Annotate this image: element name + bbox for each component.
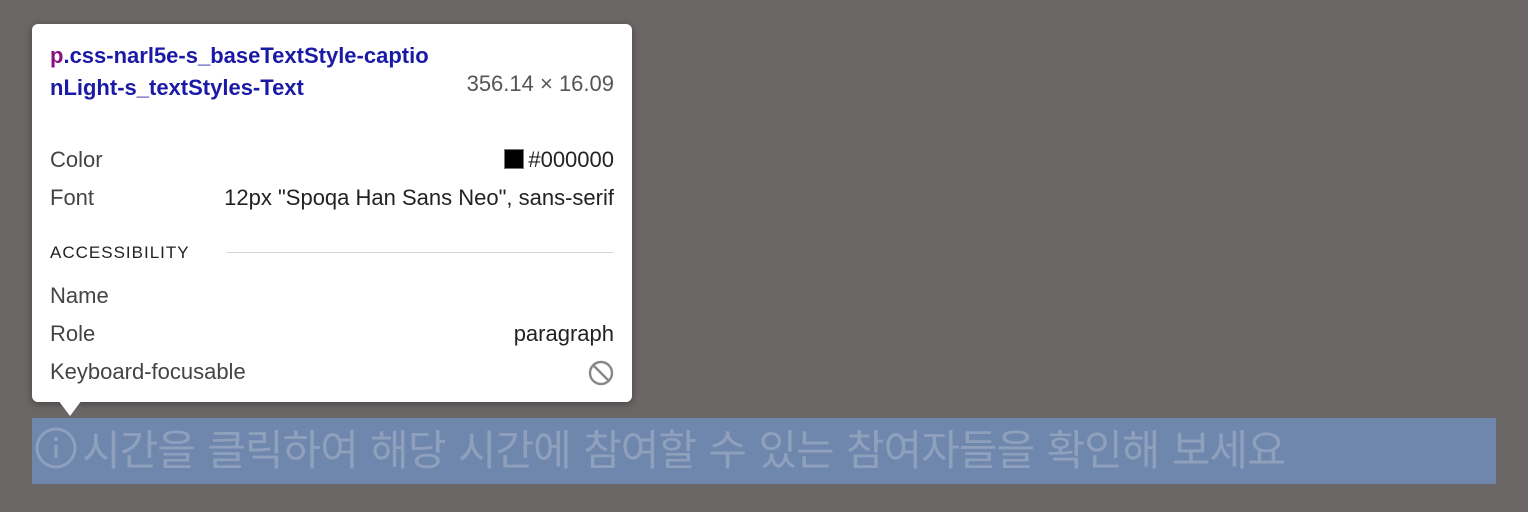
role-value: paragraph — [513, 321, 614, 346]
color-value-wrap: #000000 — [504, 142, 614, 178]
accessibility-heading: ACCESSIBILITY — [50, 243, 190, 262]
section-divider — [226, 252, 614, 253]
inspected-element-highlight[interactable]: 시간을 클릭하여 해당 시간에 참여할 수 있는 참여자들을 확인해 보세요 — [32, 418, 1496, 484]
element-selector: p.css-narl5e-s_baseTextStyle-captionLigh… — [50, 40, 430, 104]
tooltip-header: p.css-narl5e-s_baseTextStyle-captionLigh… — [50, 40, 614, 132]
role-row: Role paragraph — [50, 316, 614, 352]
font-label: Font — [50, 185, 95, 210]
font-row: Font 12px "Spoqa Han Sans Neo", sans-ser… — [50, 180, 614, 216]
role-label: Role — [50, 321, 96, 346]
info-icon — [35, 427, 77, 469]
element-class: .css-narl5e-s_baseTextStyle-captionLight… — [50, 43, 429, 100]
color-value: #000000 — [528, 147, 614, 172]
name-label: Name — [50, 283, 109, 308]
color-row: Color #000000 — [50, 142, 614, 178]
inspector-tooltip: p.css-narl5e-s_baseTextStyle-captionLigh… — [32, 24, 632, 402]
color-swatch — [504, 149, 525, 169]
focusable-row: Keyboard-focusable — [50, 354, 614, 390]
element-tag: p — [50, 43, 64, 68]
color-label: Color — [50, 147, 103, 172]
caption-text: 시간을 클릭하여 해당 시간에 참여할 수 있는 참여자들을 확인해 보세요 — [82, 426, 1286, 475]
element-dimensions: 356.14 × 16.09 — [466, 71, 614, 96]
tooltip-arrow — [58, 400, 82, 416]
name-row: Name — [50, 278, 614, 314]
not-allowed-icon — [588, 360, 614, 386]
font-value: 12px "Spoqa Han Sans Neo", sans-serif — [224, 185, 614, 210]
focusable-label: Keyboard-focusable — [50, 359, 246, 384]
